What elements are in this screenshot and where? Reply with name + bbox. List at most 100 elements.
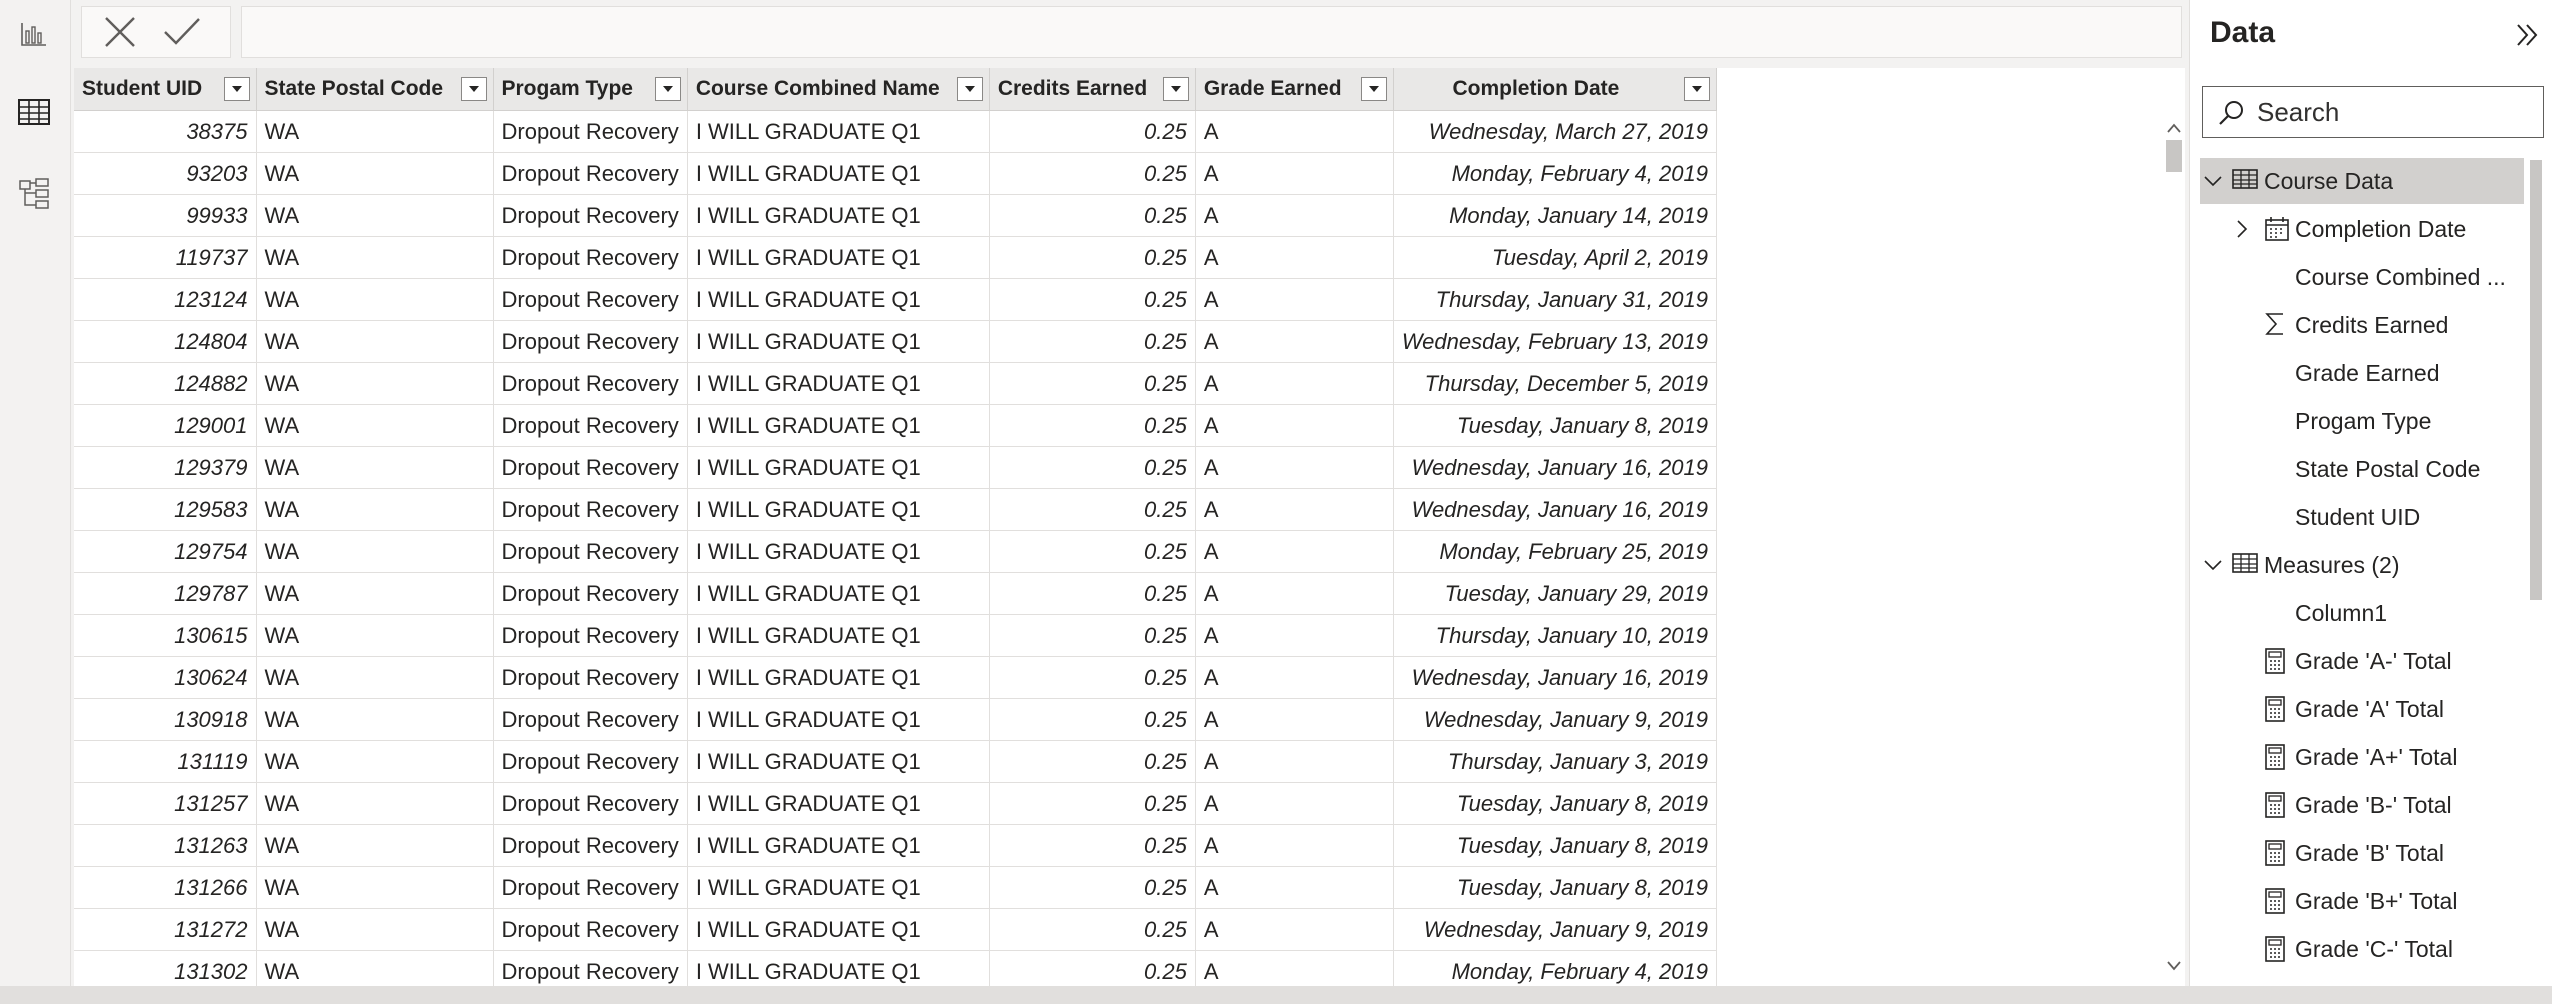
cell-progam-type[interactable]: Dropout Recovery (493, 194, 688, 237)
chevron-down-icon[interactable] (2204, 559, 2222, 571)
cell-state-postal-code[interactable]: WA (256, 152, 494, 195)
collapse-pane-icon[interactable] (2515, 22, 2541, 53)
cell-credits-earned[interactable]: 0.25 (989, 404, 1196, 447)
cell-credits-earned[interactable]: 0.25 (989, 446, 1196, 489)
field-item-progam-type[interactable]: Progam Type (2200, 398, 2524, 444)
cell-state-postal-code[interactable]: WA (256, 572, 494, 615)
cell-state-postal-code[interactable]: WA (256, 866, 494, 909)
cell-progam-type[interactable]: Dropout Recovery (493, 404, 688, 447)
cell-credits-earned[interactable]: 0.25 (989, 320, 1196, 363)
cell-completion-date[interactable]: Tuesday, April 2, 2019 (1393, 236, 1717, 279)
column-header-state-postal-code[interactable]: State Postal Code (256, 68, 494, 111)
cell-credits-earned[interactable]: 0.25 (989, 740, 1196, 783)
cell-course-combined-name[interactable]: I WILL GRADUATE Q1 (687, 194, 990, 237)
cell-course-combined-name[interactable]: I WILL GRADUATE Q1 (687, 530, 990, 573)
cell-course-combined-name[interactable]: I WILL GRADUATE Q1 (687, 488, 990, 531)
cell-student-uid[interactable]: 130615 (74, 614, 257, 657)
chevron-down-icon[interactable] (956, 77, 983, 101)
cell-student-uid[interactable]: 129001 (74, 404, 257, 447)
cell-progam-type[interactable]: Dropout Recovery (493, 530, 688, 573)
cell-progam-type[interactable]: Dropout Recovery (493, 866, 688, 909)
chevron-down-icon[interactable] (1683, 77, 1710, 101)
cell-student-uid[interactable]: 131263 (74, 824, 257, 867)
cell-grade-earned[interactable]: A (1195, 656, 1394, 699)
field-item-student-uid[interactable]: Student UID (2200, 494, 2524, 540)
cell-student-uid[interactable]: 123124 (74, 278, 257, 321)
cell-completion-date[interactable]: Tuesday, January 8, 2019 (1393, 824, 1717, 867)
cell-completion-date[interactable]: Wednesday, February 13, 2019 (1393, 320, 1717, 363)
cell-state-postal-code[interactable]: WA (256, 950, 494, 986)
cell-completion-date[interactable]: Wednesday, January 16, 2019 (1393, 446, 1717, 489)
field-item-column1[interactable]: Column1 (2200, 590, 2524, 636)
cell-completion-date[interactable]: Wednesday, March 27, 2019 (1393, 110, 1717, 153)
chevron-down-icon[interactable] (2167, 958, 2181, 976)
cell-grade-earned[interactable]: A (1195, 446, 1394, 489)
cell-course-combined-name[interactable]: I WILL GRADUATE Q1 (687, 152, 990, 195)
table-view-icon[interactable] (14, 92, 54, 132)
field-item-state-postal-code[interactable]: State Postal Code (2200, 446, 2524, 492)
cell-state-postal-code[interactable]: WA (256, 236, 494, 279)
field-item-grade-earned[interactable]: Grade Earned (2200, 350, 2524, 396)
close-icon[interactable] (102, 14, 138, 50)
chevron-down-icon[interactable] (1162, 77, 1189, 101)
cell-state-postal-code[interactable]: WA (256, 614, 494, 657)
cell-progam-type[interactable]: Dropout Recovery (493, 908, 688, 951)
field-item-grade-a-total[interactable]: Grade 'A' Total (2200, 686, 2524, 732)
cell-student-uid[interactable]: 129754 (74, 530, 257, 573)
cell-student-uid[interactable]: 99933 (74, 194, 257, 237)
cell-progam-type[interactable]: Dropout Recovery (493, 572, 688, 615)
cell-progam-type[interactable]: Dropout Recovery (493, 110, 688, 153)
cell-course-combined-name[interactable]: I WILL GRADUATE Q1 (687, 698, 990, 741)
cell-completion-date[interactable]: Monday, January 14, 2019 (1393, 194, 1717, 237)
column-header-student-uid[interactable]: Student UID (74, 68, 257, 111)
field-item-grade-b-total[interactable]: Grade 'B-' Total (2200, 782, 2524, 828)
search-input[interactable] (2257, 87, 2537, 137)
cell-completion-date[interactable]: Wednesday, January 9, 2019 (1393, 698, 1717, 741)
cell-course-combined-name[interactable]: I WILL GRADUATE Q1 (687, 740, 990, 783)
cell-course-combined-name[interactable]: I WILL GRADUATE Q1 (687, 236, 990, 279)
cell-credits-earned[interactable]: 0.25 (989, 530, 1196, 573)
cell-grade-earned[interactable]: A (1195, 320, 1394, 363)
cell-course-combined-name[interactable]: I WILL GRADUATE Q1 (687, 404, 990, 447)
cell-course-combined-name[interactable]: I WILL GRADUATE Q1 (687, 446, 990, 489)
cell-completion-date[interactable]: Monday, February 25, 2019 (1393, 530, 1717, 573)
chevron-down-icon[interactable] (223, 77, 250, 101)
cell-state-postal-code[interactable]: WA (256, 908, 494, 951)
cell-student-uid[interactable]: 130918 (74, 698, 257, 741)
cell-progam-type[interactable]: Dropout Recovery (493, 614, 688, 657)
cell-grade-earned[interactable]: A (1195, 866, 1394, 909)
cell-grade-earned[interactable]: A (1195, 530, 1394, 573)
cell-credits-earned[interactable]: 0.25 (989, 698, 1196, 741)
cell-student-uid[interactable]: 38375 (74, 110, 257, 153)
cell-progam-type[interactable]: Dropout Recovery (493, 320, 688, 363)
cell-course-combined-name[interactable]: I WILL GRADUATE Q1 (687, 614, 990, 657)
cell-progam-type[interactable]: Dropout Recovery (493, 782, 688, 825)
cell-completion-date[interactable]: Thursday, January 31, 2019 (1393, 278, 1717, 321)
cell-progam-type[interactable]: Dropout Recovery (493, 446, 688, 489)
chevron-down-icon[interactable] (1360, 77, 1387, 101)
cell-grade-earned[interactable]: A (1195, 152, 1394, 195)
cell-student-uid[interactable]: 131272 (74, 908, 257, 951)
cell-state-postal-code[interactable]: WA (256, 740, 494, 783)
cell-progam-type[interactable]: Dropout Recovery (493, 236, 688, 279)
cell-state-postal-code[interactable]: WA (256, 110, 494, 153)
cell-grade-earned[interactable]: A (1195, 950, 1394, 986)
cell-state-postal-code[interactable]: WA (256, 824, 494, 867)
cell-progam-type[interactable]: Dropout Recovery (493, 656, 688, 699)
cell-student-uid[interactable]: 93203 (74, 152, 257, 195)
cell-grade-earned[interactable]: A (1195, 824, 1394, 867)
field-item-measures-2[interactable]: Measures (2) (2200, 542, 2524, 588)
cell-student-uid[interactable]: 129787 (74, 572, 257, 615)
cell-grade-earned[interactable]: A (1195, 110, 1394, 153)
cell-progam-type[interactable]: Dropout Recovery (493, 488, 688, 531)
cell-progam-type[interactable]: Dropout Recovery (493, 740, 688, 783)
cell-state-postal-code[interactable]: WA (256, 278, 494, 321)
cell-student-uid[interactable]: 131302 (74, 950, 257, 986)
cell-student-uid[interactable]: 129379 (74, 446, 257, 489)
cell-completion-date[interactable]: Thursday, January 3, 2019 (1393, 740, 1717, 783)
chevron-up-icon[interactable] (2167, 120, 2181, 138)
cell-credits-earned[interactable]: 0.25 (989, 278, 1196, 321)
field-item-credits-earned[interactable]: Credits Earned (2200, 302, 2524, 348)
cell-grade-earned[interactable]: A (1195, 572, 1394, 615)
report-view-icon[interactable] (14, 14, 54, 54)
